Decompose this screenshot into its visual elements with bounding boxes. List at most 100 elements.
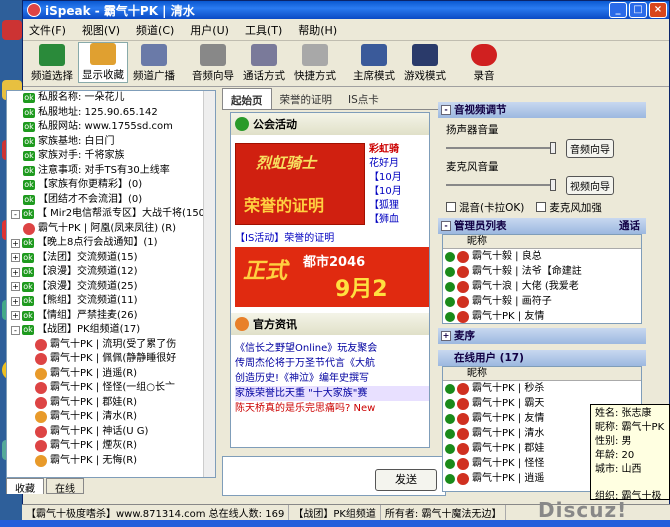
tree-scrollbar[interactable] [203,91,215,477]
collapse-icon[interactable]: + [441,331,451,341]
menu-user[interactable]: 用户(U) [190,22,229,38]
channel-row[interactable]: + ok 【晚上8点行会战通知】(1) [7,236,215,251]
city2046-banner[interactable]: 正式 都市2046 9月2 [235,247,429,307]
av-section-header[interactable]: - 音视频调节 [438,102,646,118]
news-item[interactable]: 陈天桥真的是乐完思痛吗? New [235,401,429,416]
user-row[interactable]: 霸气十PK | 煙灰(R) [7,439,215,454]
send-button[interactable]: 发送 [375,469,437,491]
tab-home[interactable]: 起始页 [222,88,272,109]
nick-column-header[interactable]: 昵称 [443,235,641,249]
admin-section-header[interactable]: - 管理员列表 通话 [438,218,646,234]
info-row[interactable]: ok 注意事项: 对手TS有30上线率 [7,164,215,179]
info-row[interactable]: ok 家族基地: 白日门 [7,135,215,150]
toolbar-call-mode[interactable]: 通话方式 [239,44,289,83]
expand-icon[interactable]: + [11,311,20,321]
activity-link[interactable]: 【10月 [369,185,429,199]
toolbar-show-favorites[interactable]: 显示收藏 [78,42,128,83]
info-row[interactable]: ok 私服名称: 一朵花儿 [7,91,215,106]
activity-link[interactable]: 花好月 [369,157,429,171]
mic-volume-slider[interactable] [446,179,556,191]
tab-favorites[interactable]: 收藏 [6,478,44,495]
minimize-button[interactable]: _ [609,2,627,18]
user-row[interactable]: 霸气十PK | 郡娃(R) [7,396,215,411]
toolbar-record[interactable]: 录音 [459,44,509,83]
honor-caption-link[interactable]: 【IS活动】荣誉的证明 [235,229,334,244]
slider-knob[interactable] [550,179,556,191]
video-wizard-button[interactable]: 视频向导 [566,175,614,195]
news-item[interactable]: 创造历史!《神泣》编年史撰写 [235,371,429,386]
activity-link[interactable]: 【狐狸 [369,199,429,213]
desktop-icon-1[interactable] [2,20,22,40]
nick-column-header[interactable]: 昵称 [443,367,641,381]
info-row[interactable]: ok 私服地址: 125.90.65.142 [7,106,215,121]
user-row[interactable]: 霸气十PK | 神话(U G) [7,425,215,440]
menu-view[interactable]: 视图(V) [82,22,120,38]
collapse-icon[interactable]: - [441,221,451,231]
expand-icon[interactable]: + [11,282,20,292]
close-button[interactable]: × [649,2,667,18]
collapse-icon[interactable]: - [11,325,20,335]
speaker-volume-slider[interactable] [446,142,556,154]
news-item[interactable]: 家族荣誉比天重 "十大家族"赛 [235,386,429,401]
channel-row[interactable]: - ok 【战团】PK组频道(17) [7,323,215,338]
honor-banner[interactable]: 烈虹骑士 荣誉的证明 [235,143,365,225]
call-label[interactable]: 通话 [619,218,640,234]
expand-icon[interactable]: + [11,267,20,277]
title-bar[interactable]: iSpeak - 霸气十PK | 清水 _ □ × [23,1,669,19]
mic-queue-header[interactable]: + 麦序 [438,328,646,344]
mic-boost-checkbox[interactable] [536,202,547,212]
info-row[interactable]: ok 【团结才不会流泪】(0) [7,193,215,208]
online-users-header[interactable]: 在线用户 (17) [438,350,646,366]
mix-checkbox[interactable] [446,202,456,212]
list-item[interactable]: 霸气十毅 | 法爷【命建註 [443,264,641,279]
message-input[interactable]: 发送 [222,456,446,496]
tab-honor[interactable]: 荣誉的证明 [272,88,341,109]
tab-online[interactable]: 在线 [46,478,84,495]
user-row[interactable]: 霸气十PK | 流玥(受了累了伤 [7,338,215,353]
channel-row[interactable]: + ok 【浪漫】交流频道(25) [7,280,215,295]
user-row[interactable]: 霸气十PK | 怪怪(一组○长亠 [7,381,215,396]
user-row[interactable]: 霸气十PK | 阿凰(凤来凤往) (R) [7,222,215,237]
toolbar-audio-wizard[interactable]: 音频向导 [188,44,238,83]
channel-row[interactable]: + ok 【熊组】交流频道(11) [7,294,215,309]
list-item[interactable]: 霸气十PK | 友情 [443,309,641,323]
activity-link[interactable]: 【10月 [369,171,429,185]
list-item[interactable]: 霸气十毅 | 画符子 [443,294,641,309]
menu-tools[interactable]: 工具(T) [245,22,282,38]
collapse-icon[interactable]: - [11,209,20,219]
news-item[interactable]: 传周杰伦将于万圣节代言《大航 [235,356,429,371]
activity-link[interactable]: 【狮血 [369,213,429,227]
user-row[interactable]: 霸气十PK | 无悔(R) [7,454,215,469]
audio-wizard-button[interactable]: 音频向导 [566,138,614,158]
activity-link[interactable]: 彩虹骑 [369,143,429,157]
channel-row[interactable]: + ok 【浪漫】交流频道(12) [7,265,215,280]
expand-icon[interactable]: + [11,253,20,263]
user-row[interactable]: 霸气十PK | 佩佩(静静睡很好 [7,352,215,367]
menu-help[interactable]: 帮助(H) [298,22,337,38]
list-item[interactable]: 霸气十毅 | 良总 [443,249,641,264]
slider-knob[interactable] [550,142,556,154]
user-row[interactable]: 霸气十PK | 清水(R) [7,410,215,425]
toolbar-game-mode[interactable]: 游戏模式 [400,44,450,83]
info-row[interactable]: ok 私服网站: www.1755sd.com [7,120,215,135]
info-row[interactable]: ok 【家族有你更精彩】(0) [7,178,215,193]
toolbar-channel-broadcast[interactable]: 频道广播 [129,44,179,83]
menu-channel[interactable]: 频道(C) [136,22,174,38]
user-row[interactable]: 霸气十PK | 逍遥(R) [7,367,215,382]
channel-row[interactable]: + ok 【法团】交流频道(15) [7,251,215,266]
news-item[interactable]: 《信长之野望Online》玩友聚会 [235,341,429,356]
maximize-button[interactable]: □ [629,2,647,18]
toolbar-channel-select[interactable]: 频道选择 [27,44,77,83]
collapse-icon[interactable]: - [441,105,451,115]
menu-file[interactable]: 文件(F) [29,22,66,38]
expand-icon[interactable]: + [11,238,20,248]
info-row[interactable]: ok 家族对手: 千将家族 [7,149,215,164]
tab-is-card[interactable]: IS点卡 [340,88,387,109]
channel-row[interactable]: + ok 【情组】严禁挂麦(26) [7,309,215,324]
expand-icon[interactable]: + [11,296,20,306]
list-item[interactable]: 霸气十浪 | 大佬 (我爱老 [443,279,641,294]
channel-row[interactable]: - ok 【 Mir2电信帮派专区】大战千将(150) [7,207,215,222]
toolbar-shortcut[interactable]: 快捷方式 [290,44,340,83]
toolbar-chair-mode[interactable]: 主席模式 [349,44,399,83]
list-item[interactable]: 霸气十PK | 秒杀 [443,381,641,396]
